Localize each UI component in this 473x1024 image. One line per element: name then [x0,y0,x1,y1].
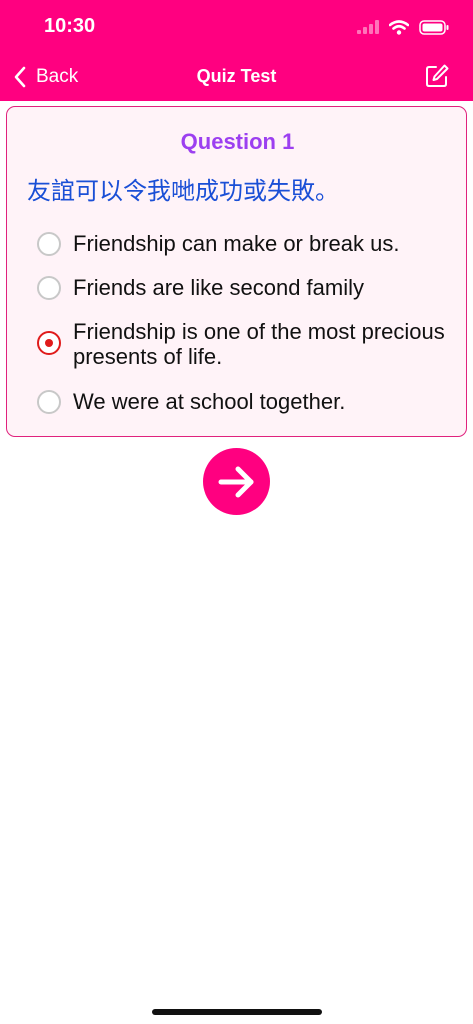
option-label: Friendship can make or break us. [73,231,400,256]
option-1[interactable]: Friendship can make or break us. [37,231,453,256]
option-4[interactable]: We were at school together. [37,389,453,414]
status-time: 10:30 [44,15,96,37]
question-number: Question 1 [180,129,295,154]
question-text: 友誼可以令我哋成功或失敗。 [27,177,339,205]
battery-icon [419,19,449,35]
option-label: Friends are like second family [73,275,365,300]
arrow-right-icon [218,466,253,497]
radio-selected [37,331,61,355]
option-label: We were at school together. [73,389,346,414]
app-header: 10:30 Back Quiz Test [0,0,473,101]
question-card: Question 1 友誼可以令我哋成功或失敗。 Friendship can … [6,106,467,437]
edit-icon [426,64,449,87]
wifi-icon [389,19,409,35]
option-label: Friendship is one of the most precious p… [73,319,445,369]
option-3[interactable]: Friendship is one of the most precious p… [37,319,453,369]
radio-unselected [37,390,61,414]
home-indicator [152,1009,322,1015]
radio-unselected [37,232,61,256]
next-question-button[interactable] [203,448,270,515]
status-icons [357,16,449,38]
page-title: Quiz Test [196,66,277,86]
option-2[interactable]: Friends are like second family [37,275,453,300]
edit-button[interactable] [423,62,451,90]
radio-unselected [37,276,61,300]
signal-icon [357,20,379,34]
